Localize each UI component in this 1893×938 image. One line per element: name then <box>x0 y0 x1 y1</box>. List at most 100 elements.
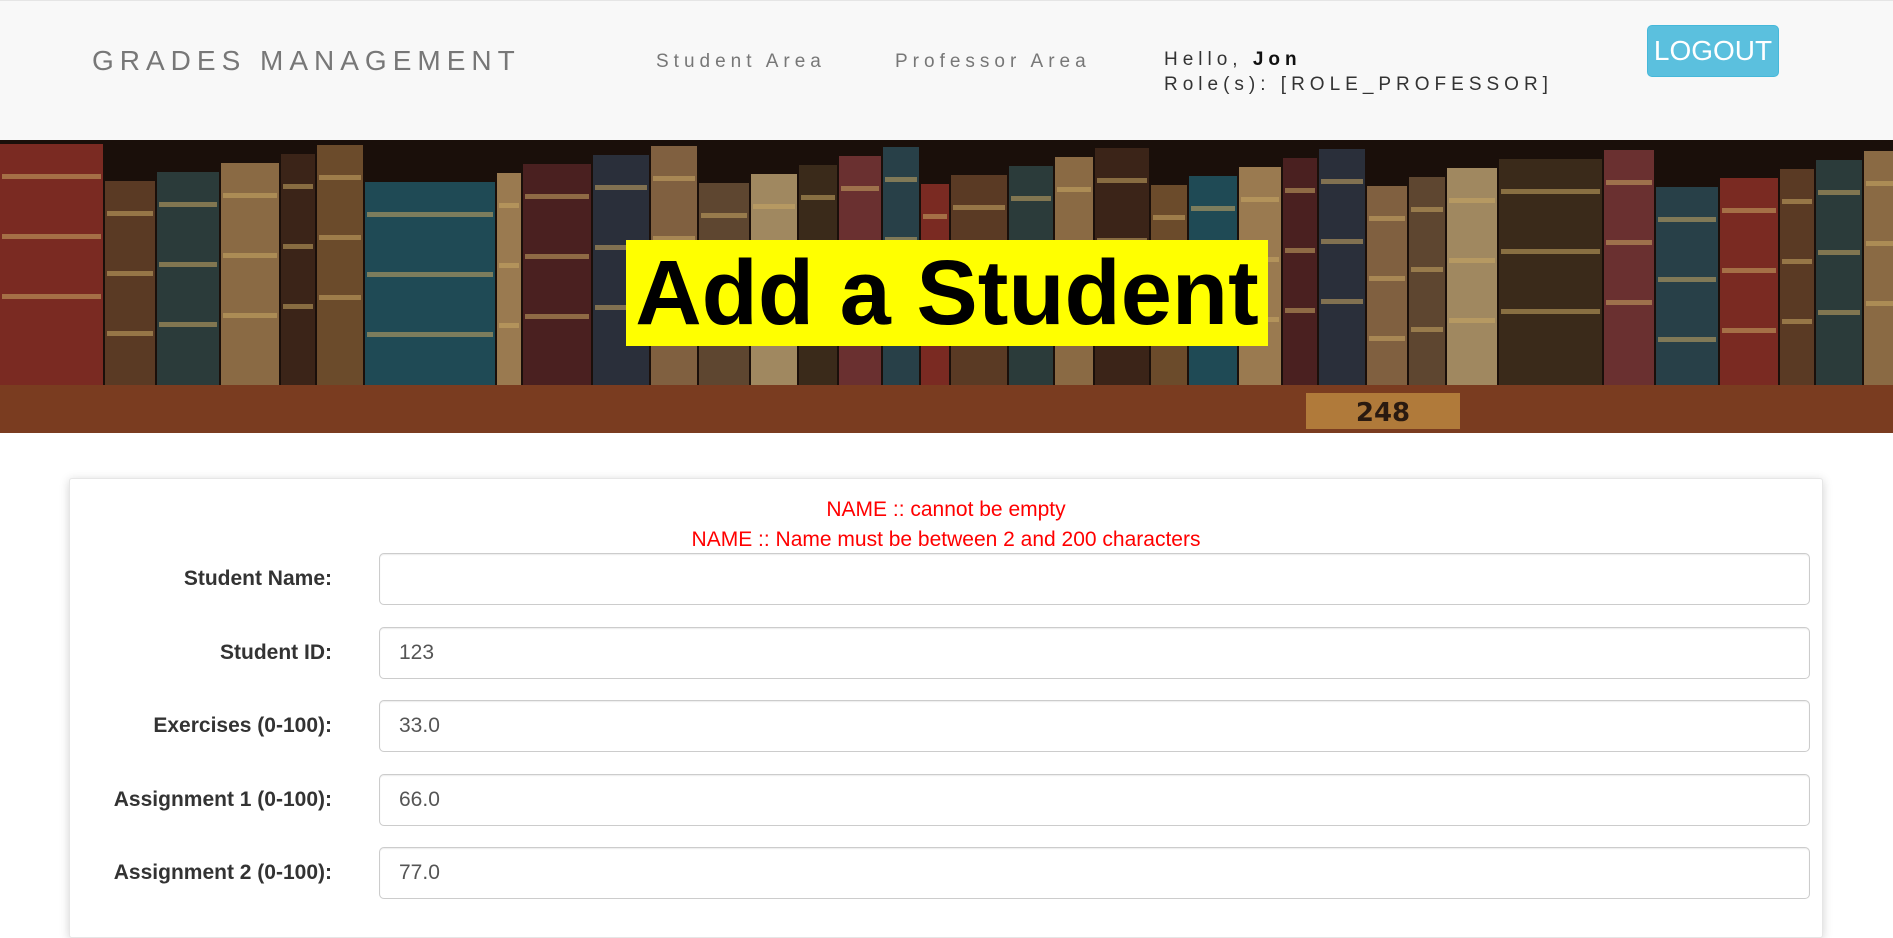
error-message: NAME :: cannot be empty <box>826 498 1066 521</box>
book-band <box>223 253 277 258</box>
book-band <box>1241 197 1279 202</box>
book-spine <box>0 144 103 385</box>
book-band <box>1782 259 1812 264</box>
book-band <box>159 322 217 327</box>
book-spine <box>1367 186 1407 385</box>
shelf-board <box>0 385 1893 433</box>
book-band <box>1818 190 1860 195</box>
form-row-assignment-2: Assignment 2 (0-100): <box>70 847 1822 899</box>
page-title: Add a Student <box>626 240 1268 346</box>
book-band <box>525 254 589 259</box>
nav-student-area[interactable]: Student Area <box>656 51 826 73</box>
student-id-input[interactable] <box>379 627 1810 679</box>
book-band <box>367 212 493 217</box>
book-band <box>283 244 313 249</box>
book-band <box>1866 301 1893 306</box>
book-band <box>1658 277 1716 282</box>
top-navbar: GRADES MANAGEMENT Student Area Professor… <box>0 0 1893 140</box>
book-band <box>2 234 101 239</box>
book-band <box>1321 239 1363 244</box>
book-band <box>1818 250 1860 255</box>
form-row-assignment-1: Assignment 1 (0-100): <box>70 774 1822 826</box>
roles-label: Role(s): <box>1164 74 1271 95</box>
book-band <box>1057 187 1091 192</box>
book-band <box>1449 198 1495 203</box>
book-band <box>499 263 519 268</box>
book-band <box>1411 327 1443 332</box>
greeting-text: Hello, <box>1164 49 1243 70</box>
book-band <box>1369 336 1405 341</box>
book-band <box>1818 310 1860 315</box>
book-band <box>1722 208 1776 213</box>
roles-value: [ROLE_PROFESSOR] <box>1280 74 1553 95</box>
book-band <box>841 186 879 191</box>
book-band <box>1866 241 1893 246</box>
book-band <box>319 295 361 300</box>
book-band <box>701 213 747 218</box>
book-band <box>885 177 917 182</box>
student-id-label: Student ID: <box>220 641 332 664</box>
book-band <box>1501 249 1600 254</box>
book-band <box>525 314 589 319</box>
shelf-number: 248 <box>1356 398 1410 428</box>
book-band <box>1866 181 1893 186</box>
book-band <box>159 262 217 267</box>
book-band <box>1606 300 1652 305</box>
logout-button[interactable]: LOGOUT <box>1647 25 1779 77</box>
book-band <box>1449 258 1495 263</box>
book-band <box>1658 337 1716 342</box>
book-band <box>1411 207 1443 212</box>
assignment-1-input[interactable] <box>379 774 1810 826</box>
book-band <box>1501 189 1600 194</box>
book-band <box>499 203 519 208</box>
form-row-student-name: Student Name: <box>70 553 1822 605</box>
book-band <box>319 235 361 240</box>
book-band <box>107 271 153 276</box>
book-spine <box>1319 149 1365 385</box>
book-band <box>1722 328 1776 333</box>
assignment-1-label: Assignment 1 (0-100): <box>113 788 332 811</box>
assignment-2-label: Assignment 2 (0-100): <box>113 861 332 884</box>
book-band <box>1011 196 1051 201</box>
book-band <box>1191 206 1235 211</box>
exercises-label: Exercises (0-100): <box>153 714 332 737</box>
book-band <box>1782 319 1812 324</box>
book-band <box>1153 215 1185 220</box>
form-row-student-id: Student ID: <box>70 627 1822 679</box>
form-row-exercises: Exercises (0-100): <box>70 700 1822 752</box>
book-band <box>367 272 493 277</box>
book-band <box>1782 199 1812 204</box>
book-band <box>1369 276 1405 281</box>
book-band <box>1285 308 1315 313</box>
book-band <box>367 332 493 337</box>
book-band <box>653 176 695 181</box>
book-band <box>2 294 101 299</box>
book-spine <box>317 145 363 385</box>
book-band <box>1449 318 1495 323</box>
book-band <box>953 205 1005 210</box>
student-name-label: Student Name: <box>183 567 332 590</box>
book-band <box>2 174 101 179</box>
book-band <box>107 331 153 336</box>
book-band <box>223 313 277 318</box>
brand-link[interactable]: GRADES MANAGEMENT <box>92 45 521 77</box>
exercises-input[interactable] <box>379 700 1810 752</box>
book-band <box>753 204 795 209</box>
student-name-input[interactable] <box>379 553 1810 605</box>
nav-professor-area[interactable]: Professor Area <box>895 51 1091 73</box>
book-band <box>223 193 277 198</box>
book-band <box>1658 217 1716 222</box>
book-band <box>159 202 217 207</box>
book-band <box>1411 267 1443 272</box>
book-band <box>525 194 589 199</box>
book-band <box>1321 299 1363 304</box>
book-spine <box>1864 151 1893 385</box>
book-band <box>1285 248 1315 253</box>
assignment-2-input[interactable] <box>379 847 1810 899</box>
book-band <box>1321 179 1363 184</box>
book-spine <box>1604 150 1654 385</box>
book-band <box>1722 268 1776 273</box>
add-student-form: NAME :: cannot be empty NAME :: Name mus… <box>69 478 1823 938</box>
book-band <box>1606 180 1652 185</box>
book-band <box>923 214 947 219</box>
